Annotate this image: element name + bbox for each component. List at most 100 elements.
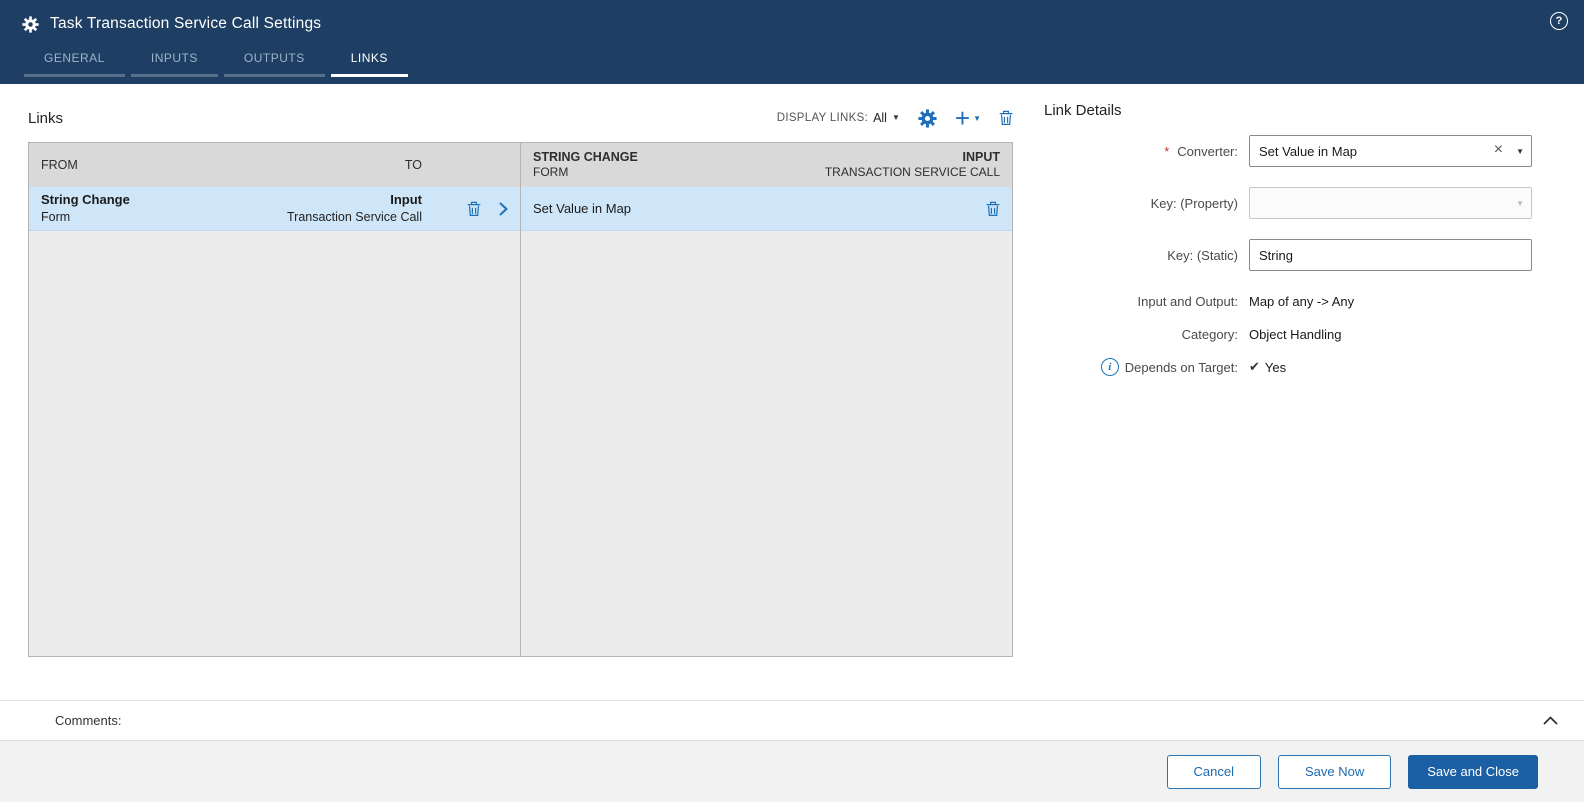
link-from-name: String Change: [41, 192, 130, 207]
chevron-up-icon[interactable]: [1543, 716, 1558, 725]
key-static-label: Key: (Static): [1044, 248, 1249, 263]
check-icon: ✔: [1249, 359, 1260, 374]
chevron-down-icon[interactable]: ▼: [1510, 147, 1524, 156]
key-static-control: [1249, 239, 1532, 271]
comments-label: Comments:: [55, 713, 122, 728]
converters-empty-area: [521, 231, 1012, 656]
footer-action-bar: Cancel Save Now Save and Close: [0, 740, 1584, 802]
chevron-right-icon: [499, 202, 508, 216]
chevron-down-icon: ▼: [973, 113, 981, 123]
input-output-row: Input and Output: Map of any -> Any: [1044, 291, 1556, 311]
converters-header-to: INPUT TRANSACTION SERVICE CALL: [825, 149, 1000, 181]
link-to-cell: Input Transaction Service Call: [232, 192, 422, 225]
depends-on-target-row: i Depends on Target: ✔ Yes: [1044, 357, 1556, 377]
tab-inputs[interactable]: INPUTS: [130, 44, 218, 77]
key-property-input[interactable]: [1259, 195, 1511, 211]
converters-header-to-name: INPUT: [962, 150, 1001, 165]
input-output-label: Input and Output:: [1044, 294, 1249, 309]
converter-field-row: * Converter: × ▼: [1044, 135, 1556, 167]
converters-header-from: STRING CHANGE FORM: [533, 149, 825, 181]
links-list-header: FROM TO: [29, 143, 520, 187]
cancel-button[interactable]: Cancel: [1166, 754, 1261, 789]
link-from-type: Form: [41, 209, 71, 224]
delete-link-button[interactable]: [999, 110, 1013, 126]
category-row: Category: Object Handling: [1044, 324, 1556, 344]
link-from-cell: String Change Form: [41, 192, 232, 225]
dialog-header: Task Transaction Service Call Settings ?…: [0, 0, 1584, 84]
category-label: Category:: [1044, 327, 1249, 342]
key-static-field-row: Key: (Static): [1044, 239, 1556, 271]
converters-header-to-type: TRANSACTION SERVICE CALL: [824, 165, 1000, 180]
dialog-title: Task Transaction Service Call Settings: [50, 15, 322, 32]
converter-control: × ▼: [1249, 135, 1532, 167]
converters-header-from-type: FORM: [533, 165, 569, 180]
gear-circle-icon: [918, 109, 937, 128]
comments-collapsible-bar[interactable]: Comments:: [0, 700, 1584, 740]
link-details-title: Link Details: [1044, 102, 1122, 119]
display-links-label: DISPLAY LINKS:: [776, 112, 869, 124]
category-label-text: Category:: [1181, 326, 1238, 342]
chevron-down-icon: ▼: [891, 113, 900, 122]
key-static-input[interactable]: [1249, 239, 1532, 271]
converter-row[interactable]: Set Value in Map: [521, 187, 1012, 231]
info-icon[interactable]: i: [1100, 358, 1119, 376]
links-section: Links DISPLAY LINKS: All ▼ + ▼ FROM TO S…: [28, 102, 1013, 700]
tab-bar: GENERAL INPUTS OUTPUTS LINKS: [0, 38, 1584, 77]
main-content: Links DISPLAY LINKS: All ▼ + ▼ FROM TO S…: [0, 84, 1584, 700]
converter-input[interactable]: [1259, 143, 1490, 159]
open-link-button[interactable]: [499, 202, 508, 216]
trash-icon: [467, 201, 481, 217]
key-property-label-text: Key: (Property): [1150, 195, 1238, 211]
add-link-button[interactable]: + ▼: [954, 103, 981, 133]
settings-gear-icon: [22, 16, 39, 33]
plus-icon: +: [954, 103, 971, 133]
column-header-from: FROM: [41, 158, 78, 172]
required-marker: *: [1164, 143, 1170, 159]
key-property-label: Key: (Property): [1044, 196, 1249, 211]
input-output-value: Map of any -> Any: [1249, 293, 1355, 309]
links-list-empty-area: [29, 231, 520, 656]
converters-header-from-name: STRING CHANGE: [533, 150, 638, 165]
tab-general[interactable]: GENERAL: [24, 44, 125, 77]
auto-link-button[interactable]: [918, 109, 937, 128]
links-section-title: Links: [28, 109, 64, 127]
converter-label-text: Converter:: [1177, 143, 1238, 159]
delete-row-button[interactable]: [467, 201, 481, 217]
tab-outputs[interactable]: OUTPUTS: [223, 44, 325, 77]
links-toolbar-row: Links DISPLAY LINKS: All ▼ + ▼: [28, 102, 1013, 134]
link-to-type: Transaction Service Call: [286, 209, 422, 224]
delete-converter-button[interactable]: [986, 201, 1000, 217]
trash-icon: [986, 201, 1000, 217]
key-property-field-row: Key: (Property) ▼: [1044, 187, 1556, 219]
input-output-label-text: Input and Output:: [1137, 293, 1238, 309]
links-toolbar: DISPLAY LINKS: All ▼ + ▼: [777, 103, 1013, 133]
depends-on-target-label: i Depends on Target:: [1044, 358, 1249, 376]
depends-on-target-value-text: Yes: [1264, 359, 1287, 375]
key-property-combobox[interactable]: ▼: [1249, 187, 1532, 219]
converter-label: * Converter:: [1044, 144, 1249, 159]
converter-row-label: Set Value in Map: [533, 201, 632, 216]
dialog-title-bar: Task Transaction Service Call Settings: [0, 10, 1584, 38]
converters-header: STRING CHANGE FORM INPUT TRANSACTION SER…: [521, 143, 1012, 187]
depends-on-target-label-text: Depends on Target:: [1124, 359, 1238, 375]
save-now-button[interactable]: Save Now: [1277, 754, 1392, 789]
converter-combobox[interactable]: × ▼: [1249, 135, 1532, 167]
key-static-label-text: Key: (Static): [1167, 247, 1238, 263]
save-and-close-button[interactable]: Save and Close: [1408, 754, 1538, 789]
display-links-filter[interactable]: DISPLAY LINKS: All ▼: [777, 111, 900, 125]
links-table: FROM TO String Change Form Input Transac…: [28, 142, 1013, 657]
category-value: Object Handling: [1249, 326, 1342, 342]
link-row-actions: [422, 201, 508, 217]
help-glyph: ?: [1555, 15, 1563, 27]
info-glyph: i: [1108, 361, 1112, 373]
depends-on-target-value: ✔ Yes: [1249, 359, 1532, 375]
chevron-down-icon: ▼: [1516, 198, 1524, 208]
clear-icon[interactable]: ×: [1490, 142, 1510, 160]
link-row[interactable]: String Change Form Input Transaction Ser…: [29, 187, 520, 232]
link-details-section: Link Details * Converter: × ▼ Key: (Prop…: [1013, 102, 1556, 700]
tab-links[interactable]: LINKS: [330, 44, 408, 77]
display-links-value: All: [873, 111, 887, 125]
converters-pane: STRING CHANGE FORM INPUT TRANSACTION SER…: [520, 143, 1012, 656]
links-list-pane: FROM TO String Change Form Input Transac…: [29, 143, 520, 656]
help-icon[interactable]: ?: [1550, 12, 1568, 30]
